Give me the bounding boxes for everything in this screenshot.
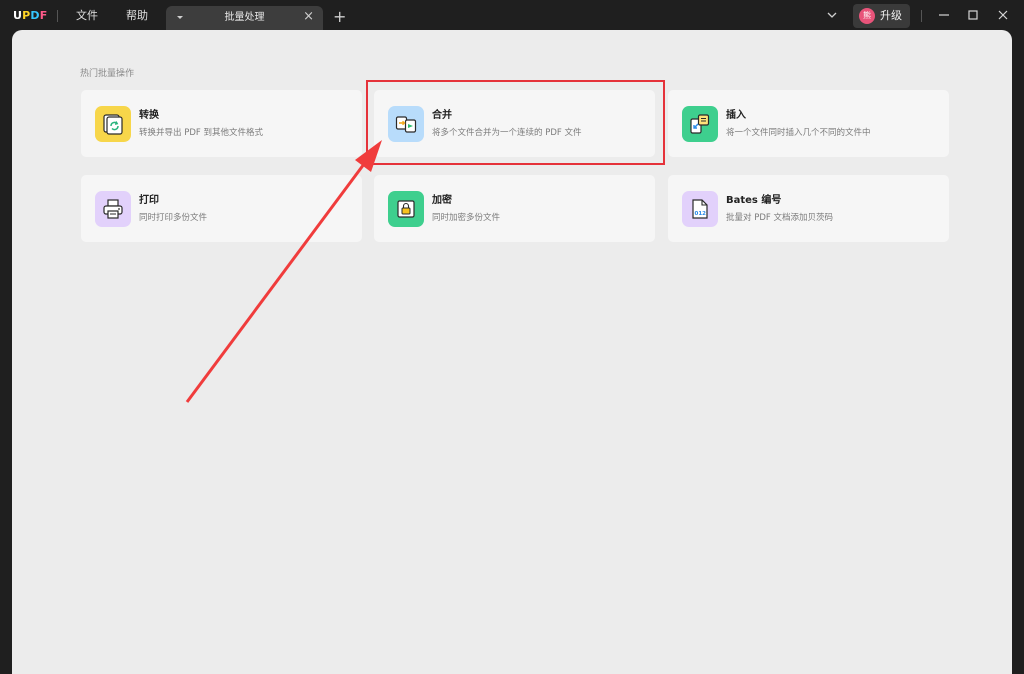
tab-batch-process[interactable]: 批量处理 × <box>166 6 323 32</box>
card-title: 加密 <box>432 195 452 206</box>
title-bar: UPDF 文件 帮助 批量处理 × + 熊 升级 <box>0 0 1024 32</box>
card-description: 同时打印多份文件 <box>139 213 208 223</box>
card-encrypt[interactable]: 加密 同时加密多份文件 <box>374 175 655 242</box>
new-tab-button[interactable]: + <box>333 8 346 26</box>
upgrade-button[interactable]: 熊 升级 <box>853 4 910 28</box>
minimize-icon[interactable] <box>937 8 951 22</box>
card-convert[interactable]: 转换 转换并导出 PDF 到其他文件格式 <box>81 90 362 157</box>
convert-icon <box>95 106 131 142</box>
card-description: 转换并导出 PDF 到其他文件格式 <box>139 128 263 138</box>
card-title: 打印 <box>139 195 159 206</box>
insert-icon <box>682 106 718 142</box>
card-title: Bates 编号 <box>726 195 782 206</box>
card-bates-number[interactable]: 012 Bates 编号 批量对 PDF 文档添加贝茨码 <box>668 175 949 242</box>
menu-separator <box>57 10 58 22</box>
chevron-down-icon[interactable] <box>826 9 838 21</box>
batch-process-panel: 热门批量操作 转换 转换并导出 PDF 到其他文件格式 合并 将多个文件合并为一… <box>12 30 1012 674</box>
card-merge[interactable]: 合并 将多个文件合并为一个连续的 PDF 文件 <box>374 90 655 157</box>
menu-help[interactable]: 帮助 <box>126 9 148 23</box>
card-title: 转换 <box>139 110 159 121</box>
card-description: 将多个文件合并为一个连续的 PDF 文件 <box>432 128 582 138</box>
card-insert[interactable]: 插入 将一个文件同时插入几个不同的文件中 <box>668 90 949 157</box>
card-title: 合并 <box>432 110 452 121</box>
maximize-icon[interactable] <box>966 8 980 22</box>
window-controls-separator <box>921 10 922 22</box>
card-description: 同时加密多份文件 <box>432 213 501 223</box>
close-window-icon[interactable] <box>996 8 1010 22</box>
menu-file[interactable]: 文件 <box>76 9 98 23</box>
updf-logo: UPDF <box>13 9 48 22</box>
section-title: 热门批量操作 <box>80 69 135 79</box>
card-description: 批量对 PDF 文档添加贝茨码 <box>726 213 833 223</box>
upgrade-label: 升级 <box>880 9 902 22</box>
tab-close-icon[interactable]: × <box>303 10 314 24</box>
card-title: 插入 <box>726 110 746 121</box>
tab-title: 批量处理 <box>224 12 265 23</box>
svg-text:012: 012 <box>695 211 707 217</box>
encrypt-icon <box>388 191 424 227</box>
merge-icon <box>388 106 424 142</box>
avatar: 熊 <box>859 8 875 24</box>
bates-icon: 012 <box>682 191 718 227</box>
print-icon <box>95 191 131 227</box>
card-description: 将一个文件同时插入几个不同的文件中 <box>726 128 871 138</box>
card-print[interactable]: 打印 同时打印多份文件 <box>81 175 362 242</box>
